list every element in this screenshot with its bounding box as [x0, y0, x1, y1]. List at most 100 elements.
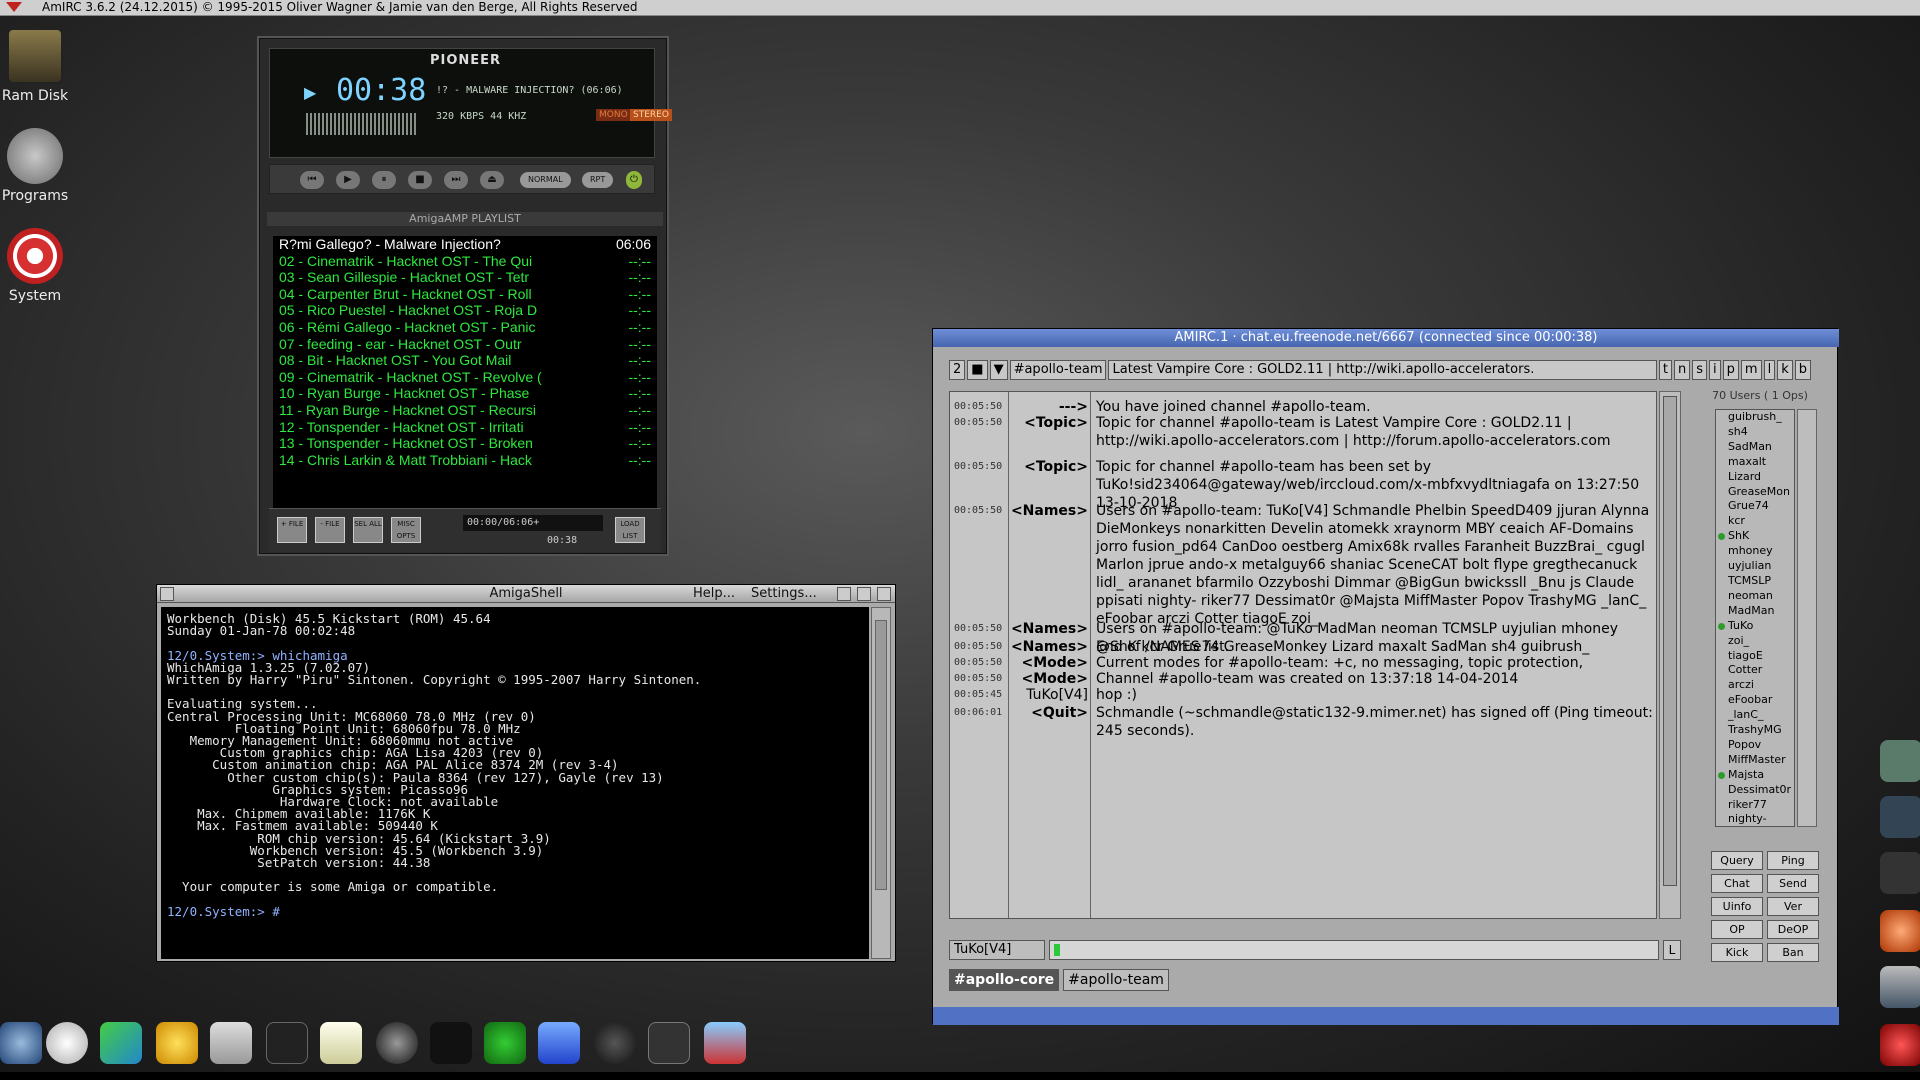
user-list-item[interactable]: nighty-	[1718, 812, 1792, 826]
playlist-row[interactable]: 11 - Ryan Burge - Hacknet OST - Recursi -…	[273, 402, 657, 419]
mode-button-t[interactable]: t	[1658, 360, 1672, 380]
user-list-item[interactable]: GreaseMon	[1718, 485, 1792, 500]
user-list-item[interactable]: Popov	[1718, 738, 1792, 753]
playlist-row[interactable]: 08 - Bit - Hacknet OST - You Got Mail --:…	[273, 352, 657, 369]
user-list-item[interactable]: guibrush_	[1718, 410, 1792, 425]
misc-options-button[interactable]: MISC OPTS	[391, 517, 421, 543]
user-list-item[interactable]: arczi	[1718, 678, 1792, 693]
monitor-icon[interactable]	[648, 1022, 690, 1064]
playlist-row[interactable]: 06 - Rémi Gallego - Hacknet OST - Panic -…	[273, 319, 657, 336]
user-list-item[interactable]: TCMSLP	[1718, 574, 1792, 589]
shell-scrollbar[interactable]	[871, 607, 891, 959]
irc-titlebar[interactable]: AMIRC.1 · chat.eu.freenode.net/6667 (con…	[933, 329, 1839, 347]
ruby-icon[interactable]	[1880, 1024, 1920, 1066]
ban-button[interactable]: Ban	[1767, 943, 1819, 962]
playlist-row[interactable]: 02 - Cinematrik - Hacknet OST - The Qui -…	[273, 253, 657, 270]
playlist[interactable]: R?mi Gallego? - Malware Injection? 06:06 0…	[273, 236, 657, 524]
stop-icon[interactable]: ■	[967, 360, 988, 380]
user-list-item[interactable]: eFoobar	[1718, 693, 1792, 708]
load-list-button[interactable]: LOAD LIST	[615, 517, 645, 543]
mode-normal-button[interactable]: NORMAL	[520, 172, 571, 188]
user-list-item[interactable]: Majsta	[1718, 768, 1792, 783]
send-button[interactable]: Send	[1767, 874, 1819, 893]
repeat-button[interactable]: RPT	[582, 172, 614, 188]
nick-field[interactable]: TuKo[V4]	[949, 940, 1045, 960]
user-list-item[interactable]: uyjulian	[1718, 559, 1792, 574]
user-list-item[interactable]: Lizard	[1718, 470, 1792, 485]
playlist-row[interactable]: 10 - Ryan Burge - Hacknet OST - Phase --:…	[273, 385, 657, 402]
user-list-item[interactable]: Dessimat0r	[1718, 783, 1792, 798]
mode-button-p[interactable]: p	[1722, 360, 1739, 380]
channel-tab[interactable]: #apollo-core	[949, 969, 1060, 991]
add-file-button[interactable]: + FILE	[277, 517, 307, 543]
log-toggle-button[interactable]: L	[1663, 940, 1681, 960]
user-list-item[interactable]: sh4	[1718, 425, 1792, 440]
ram-disk-icon[interactable]: Ram Disk	[0, 28, 70, 104]
user-list-item[interactable]: MadMan	[1718, 604, 1792, 619]
user-list-item[interactable]: SadMan	[1718, 440, 1792, 455]
playlist-row[interactable]: 03 - Sean Gillespie - Hacknet OST - Tetr…	[273, 269, 657, 286]
playlist-row[interactable]: 07 - feeding - ear - Hacknet OST - Outr -…	[273, 336, 657, 353]
user-list-item[interactable]: neoman	[1718, 589, 1792, 604]
mode-button-l[interactable]: l	[1763, 360, 1776, 380]
user-list-item[interactable]: maxalt	[1718, 455, 1792, 470]
playlist-row[interactable]: 04 - Carpenter Brut - Hacknet OST - Roll…	[273, 286, 657, 303]
chat-button[interactable]: Chat	[1711, 874, 1763, 893]
log-scroll-thumb[interactable]	[1663, 396, 1677, 886]
mode-button-i[interactable]: i	[1709, 360, 1721, 380]
topic-field[interactable]: Latest Vampire Core : GOLD2.11 | http://…	[1108, 360, 1657, 380]
channel-tab[interactable]: #apollo-team	[1063, 969, 1169, 991]
playlist-row[interactable]: 13 - Tonspender - Hacknet OST - Broken --…	[273, 435, 657, 452]
playlist-row[interactable]: 12 - Tonspender - Hacknet OST - Irritati…	[273, 419, 657, 436]
shell-titlebar[interactable]: AmigaShell Help... Settings...	[157, 585, 895, 603]
uinfo-button[interactable]: Uinfo	[1711, 897, 1763, 916]
chevron-down-icon[interactable]: ▼	[989, 360, 1008, 380]
playlist-row[interactable]: R?mi Gallego? - Malware Injection? 06:06	[273, 236, 657, 253]
playlist-row[interactable]: 14 - Chris Larkin & Matt Trobbiani - Hac…	[273, 452, 657, 469]
finder-icon[interactable]	[538, 1022, 580, 1064]
op-button[interactable]: OP	[1711, 920, 1763, 939]
prev-icon[interactable]: ⏮	[300, 171, 324, 189]
next-icon[interactable]: ⏭	[444, 171, 468, 189]
user-list-item[interactable]: _lanC_	[1718, 708, 1792, 723]
mode-button-n[interactable]: n	[1673, 360, 1691, 380]
user-list-item[interactable]: Cotter	[1718, 663, 1792, 678]
playlist-row[interactable]: 05 - Rico Puestel - Hacknet OST - Roja D…	[273, 302, 657, 319]
pause-icon[interactable]: ⏸	[372, 171, 396, 189]
user-list-item[interactable]: tiagoE	[1718, 649, 1792, 664]
depth-gadget-icon[interactable]	[877, 587, 891, 601]
monitor-icon[interactable]	[1880, 740, 1920, 782]
user-list-item[interactable]: zoi_	[1718, 634, 1792, 649]
iconify-gadget-icon[interactable]	[837, 587, 851, 601]
play-icon[interactable]: ▶	[336, 171, 360, 189]
remove-file-button[interactable]: - FILE	[315, 517, 345, 543]
arrows-icon[interactable]	[100, 1022, 142, 1064]
chat-bubble-icon[interactable]	[46, 1022, 88, 1064]
disk-icon[interactable]	[594, 1022, 636, 1064]
power-icon[interactable]: ⏻	[626, 171, 642, 189]
stop-icon[interactable]: ■	[408, 171, 432, 189]
user-list[interactable]: guibrush_ sh4 SadMan maxalt Lizard GreaseMon G…	[1715, 409, 1795, 827]
eject-icon[interactable]: ⏏	[480, 171, 504, 189]
shell-help-menu[interactable]: Help...	[693, 585, 735, 602]
gamepad-icon[interactable]	[210, 1022, 252, 1064]
select-all-button[interactable]: SEL ALL	[353, 517, 383, 543]
shell-scroll-thumb[interactable]	[875, 620, 887, 890]
user-list-item[interactable]: MiffMaster	[1718, 753, 1792, 768]
s-app-icon[interactable]	[484, 1022, 526, 1064]
toolbox-icon[interactable]	[704, 1022, 746, 1064]
channel-number[interactable]: 2	[949, 360, 966, 380]
mode-button-s[interactable]: s	[1692, 360, 1708, 380]
indian-chief-icon[interactable]	[1880, 910, 1920, 952]
kick-button[interactable]: Kick	[1711, 943, 1763, 962]
shell-settings-menu[interactable]: Settings...	[751, 585, 817, 602]
user-list-item[interactable]: riker77	[1718, 798, 1792, 813]
shell-icon[interactable]	[430, 1022, 472, 1064]
irc-message-log[interactable]: 00:05:50 ---> You have joined channel #apo…	[949, 391, 1657, 919]
channel-button[interactable]: #apollo-team	[1009, 360, 1107, 380]
user-list-item[interactable]: ShK	[1718, 529, 1792, 544]
deop-button[interactable]: DeOP	[1767, 920, 1819, 939]
user-list-item[interactable]: mhoney	[1718, 544, 1792, 559]
mode-button-b[interactable]: b	[1794, 360, 1811, 380]
notepad-icon[interactable]	[320, 1022, 362, 1064]
